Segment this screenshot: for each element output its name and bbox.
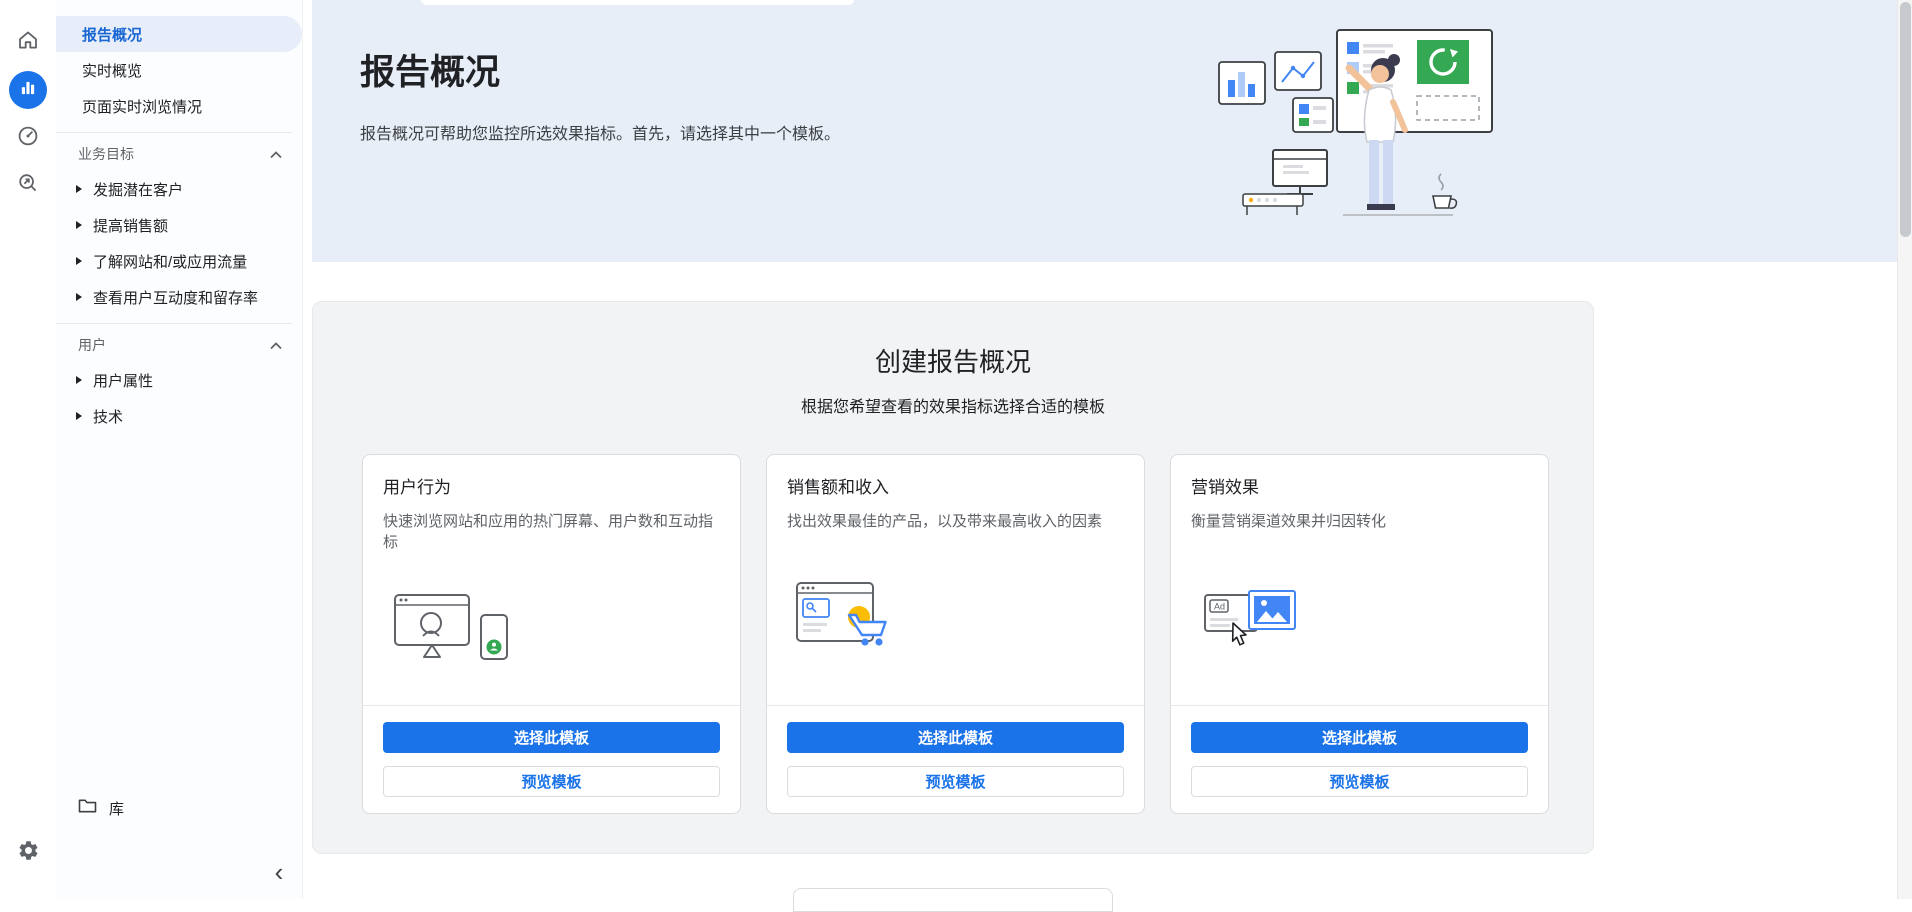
browser-cart-illustration [787, 532, 1124, 705]
monitor-phone-illustration [383, 553, 720, 705]
advertising-icon [16, 171, 40, 200]
rail-reports-button[interactable] [9, 71, 47, 109]
report-snapshot-hero: 报告概况 报告概况可帮助您监控所选效果指标。首先，请选择其中一个模板。 [312, 0, 1897, 262]
template-card-description: 找出效果最佳的产品，以及带来最高收入的因素 [787, 511, 1124, 532]
expand-triangle-icon[interactable] [76, 412, 82, 420]
scrolled-element-edge [421, 0, 854, 5]
template-card-description: 快速浏览网站和应用的热门屏幕、用户数和互动指标 [383, 511, 720, 553]
sidebar-item-label: 提高销售额 [93, 215, 168, 236]
expand-triangle-icon[interactable] [76, 257, 82, 265]
sidebar-item-label: 页面实时浏览情况 [82, 96, 202, 117]
sidebar-item-label: 发掘潜在客户 [93, 179, 183, 200]
chevron-up-icon [270, 146, 282, 162]
template-cards-row: 用户行为 快速浏览网站和应用的热门屏幕、用户数和互动指标 [362, 454, 1549, 814]
create-snapshot-title: 创建报告概况 [313, 342, 1593, 379]
rail-settings-button[interactable] [8, 833, 48, 873]
sidebar-section-business-objectives[interactable]: 业务目标 [56, 137, 302, 171]
template-card-marketing: 营销效果 衡量营销渠道效果并归因转化 Ad [1170, 454, 1549, 814]
main-content: 报告概况 报告概况可帮助您监控所选效果指标。首先，请选择其中一个模板。 [304, 0, 1897, 899]
sidebar-item-report-snapshot[interactable]: 报告概况 [56, 16, 302, 52]
rail-advertising-button[interactable] [8, 165, 48, 205]
card-divider [767, 705, 1144, 706]
sidebar-item-tech[interactable]: 技术 [56, 398, 302, 434]
page-title: 报告概况 [360, 44, 500, 95]
sidebar-collapse-button[interactable]: ‹ [262, 855, 296, 889]
expand-triangle-icon[interactable] [76, 221, 82, 229]
explore-compass-icon [16, 124, 40, 153]
sidebar-divider [56, 323, 292, 324]
template-card-title: 销售额和收入 [787, 473, 1124, 498]
sidebar-item-label: 查看用户互动度和留存率 [93, 287, 258, 308]
sidebar-item-user-attributes[interactable]: 用户属性 [56, 362, 302, 398]
sidebar-item-drive-sales[interactable]: 提高销售额 [56, 207, 302, 243]
rail-home-button[interactable] [8, 22, 48, 62]
preview-template-button[interactable]: 预览模板 [1191, 766, 1528, 797]
preview-template-button[interactable]: 预览模板 [787, 766, 1124, 797]
sidebar-item-engagement-retention[interactable]: 查看用户互动度和留存率 [56, 279, 302, 315]
sidebar-item-understand-traffic[interactable]: 了解网站和/或应用流量 [56, 243, 302, 279]
create-snapshot-subtitle: 根据您希望查看的效果指标选择合适的模板 [313, 393, 1593, 417]
sidebar-item-label: 了解网站和/或应用流量 [93, 251, 247, 272]
sidebar-item-realtime-overview[interactable]: 实时概览 [56, 52, 302, 88]
settings-gear-icon [17, 839, 40, 867]
home-icon [16, 28, 40, 57]
select-template-button[interactable]: 选择此模板 [1191, 722, 1528, 753]
chevron-left-icon: ‹ [275, 857, 284, 888]
card-divider [1171, 705, 1548, 706]
chevron-up-icon [270, 337, 282, 353]
sidebar-item-label: 实时概览 [82, 60, 142, 81]
reports-bar-chart-icon [18, 78, 38, 103]
sidebar-item-generate-leads[interactable]: 发掘潜在客户 [56, 171, 302, 207]
sidebar-item-label: 技术 [93, 406, 123, 427]
folder-icon [78, 798, 109, 818]
sidebar-item-realtime-pages[interactable]: 页面实时浏览情况 [56, 88, 302, 124]
template-card-user-behavior: 用户行为 快速浏览网站和应用的热门屏幕、用户数和互动指标 [362, 454, 741, 814]
card-divider [363, 705, 740, 706]
library-label: 库 [109, 798, 124, 819]
sidebar-item-label: 用户属性 [93, 370, 153, 391]
sidebar-item-label: 报告概况 [82, 24, 142, 45]
sidebar-section-user[interactable]: 用户 [56, 328, 302, 362]
expand-triangle-icon[interactable] [76, 376, 82, 384]
hero-dashboard-illustration [1217, 18, 1557, 235]
sidebar-section-title: 业务目标 [78, 144, 134, 164]
template-card-sales-revenue: 销售额和收入 找出效果最佳的产品，以及带来最高收入的因素 [766, 454, 1145, 814]
select-template-button[interactable]: 选择此模板 [787, 722, 1124, 753]
app-rail [0, 0, 56, 899]
page-scrollbar-track[interactable] [1897, 0, 1912, 899]
expand-triangle-icon[interactable] [76, 185, 82, 193]
template-card-title: 用户行为 [383, 473, 720, 498]
create-snapshot-panel: 创建报告概况 根据您希望查看的效果指标选择合适的模板 用户行为 快速浏览网站和应… [312, 301, 1594, 854]
sidebar-divider [56, 132, 292, 133]
next-section-card-edge [793, 888, 1113, 912]
reports-sidebar: 报告概况 实时概览 页面实时浏览情况 业务目标 发掘潜在客户 提高销售额 了解网… [56, 0, 303, 899]
template-card-title: 营销效果 [1191, 473, 1528, 498]
sidebar-section-title: 用户 [78, 335, 106, 355]
select-template-button[interactable]: 选择此模板 [383, 722, 720, 753]
template-card-description: 衡量营销渠道效果并归因转化 [1191, 511, 1528, 532]
page-subtitle: 报告概况可帮助您监控所选效果指标。首先，请选择其中一个模板。 [360, 120, 840, 144]
page-scrollbar-thumb[interactable] [1900, 2, 1911, 237]
expand-triangle-icon[interactable] [76, 293, 82, 301]
rail-explore-button[interactable] [8, 118, 48, 158]
sidebar-item-library[interactable]: 库 [56, 790, 302, 826]
ad-image-cursor-illustration: Ad [1191, 532, 1528, 705]
preview-template-button[interactable]: 预览模板 [383, 766, 720, 797]
ad-chip-label: Ad [1214, 601, 1225, 611]
